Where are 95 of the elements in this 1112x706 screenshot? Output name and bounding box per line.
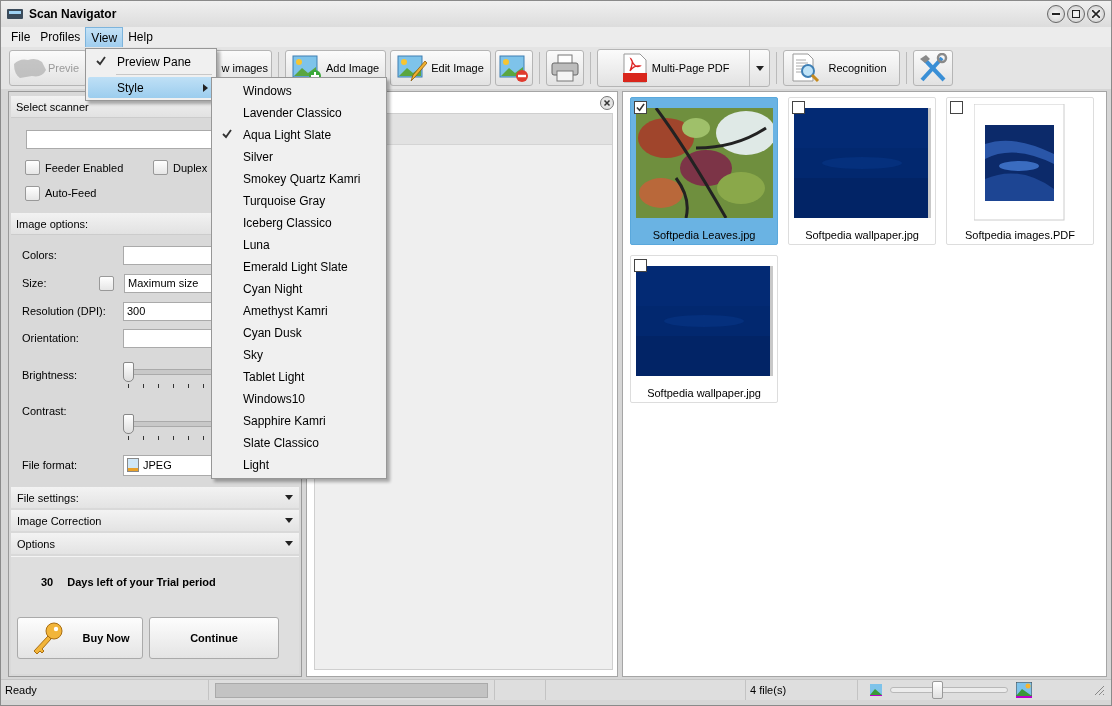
maximize-icon [1072, 10, 1080, 18]
thumbnail-card[interactable]: Softpedia images.PDF [946, 97, 1094, 245]
checkbox[interactable] [634, 259, 647, 272]
caret-down-icon [285, 495, 293, 500]
small-image-icon [870, 684, 882, 696]
continue-button[interactable]: Continue [149, 617, 279, 659]
menu-item[interactable]: Windows10 [214, 388, 384, 410]
close-icon [1092, 10, 1100, 18]
checkbox[interactable] [99, 275, 114, 291]
field-label: Orientation: [22, 332, 80, 344]
edit-image-button[interactable]: Edit Image [390, 50, 491, 86]
remove-image-button[interactable] [494, 50, 533, 86]
field-label: Colors: [22, 249, 58, 261]
menu-item[interactable]: Lavender Classico [214, 102, 384, 124]
menu-item[interactable]: Profiles [35, 27, 86, 47]
checkbox[interactable] [25, 185, 40, 201]
close-icon[interactable] [600, 95, 614, 110]
menu-item[interactable]: Style [88, 77, 214, 98]
menu-item[interactable]: Sky [214, 344, 384, 366]
menu-item[interactable]: Aqua Light Slate [214, 124, 384, 146]
large-image-icon [1016, 682, 1032, 698]
slider-thumb[interactable] [123, 361, 134, 382]
checkbox[interactable] [792, 101, 805, 114]
thumbnail-card[interactable]: Softpedia wallpaper.jpg [630, 255, 778, 403]
remove-image-icon [498, 53, 529, 83]
menu-item[interactable]: Cyan Dusk [214, 322, 384, 344]
printer-icon [549, 54, 580, 82]
check-icon [96, 55, 108, 68]
field-label: Size: [22, 277, 48, 289]
file-count: 4 file(s) [750, 684, 787, 696]
caret-down-icon [755, 65, 764, 71]
status-text: Ready [5, 684, 37, 696]
settings-button[interactable] [912, 50, 953, 86]
checkbox-label: Feeder Enabled [45, 161, 124, 174]
slider-thumb[interactable] [123, 414, 134, 434]
buy-now-button[interactable]: Buy Now [17, 617, 143, 659]
menu-item[interactable]: Slate Classico [214, 432, 384, 454]
window-title: Scan Navigator [29, 7, 118, 21]
section-header[interactable]: Image Correction [11, 510, 299, 531]
caret-down-icon [285, 541, 293, 546]
menu-item[interactable]: Preview Pane [88, 51, 214, 72]
field-label: File format: [22, 459, 78, 471]
app-icon [7, 7, 23, 21]
file-name: Softpedia wallpaper.jpg [647, 387, 761, 399]
section-header[interactable]: Options [11, 533, 299, 554]
document-magnifier-icon [790, 53, 821, 83]
checkbox-label: Auto-Feed [45, 187, 97, 199]
menu-item[interactable]: Silver [214, 146, 384, 168]
field-label: Contrast: [22, 405, 68, 417]
menu-item[interactable]: Iceberg Classico [214, 212, 384, 234]
file-name: Softpedia images.PDF [964, 229, 1076, 241]
field-value: JPEG [143, 459, 172, 471]
minimize-icon [1052, 13, 1060, 15]
panel-title: Select scanner [16, 100, 89, 113]
menu-item[interactable]: Sapphire Kamri [214, 410, 384, 432]
menu-item[interactable]: File [6, 27, 36, 47]
menu-item[interactable]: Luna [214, 234, 384, 256]
menu-item[interactable]: Turquoise Gray [214, 190, 384, 212]
thumbnail-card[interactable]: Softpedia wallpaper.jpg [788, 97, 936, 245]
field-label: Brightness: [22, 369, 79, 381]
section-header[interactable]: File settings: [11, 487, 299, 508]
checkbox[interactable] [634, 101, 647, 114]
field-label: Resolution (DPI): [22, 305, 107, 317]
menu-item[interactable]: View [85, 27, 124, 47]
checkbox[interactable] [153, 160, 168, 175]
checkbox[interactable] [950, 101, 963, 114]
maximize-button[interactable] [1067, 5, 1085, 23]
print-button[interactable] [545, 50, 584, 86]
menu-item[interactable]: Tablet Light [214, 366, 384, 388]
image-file-icon [127, 458, 139, 472]
days-count: 30 [41, 576, 54, 590]
scanner-icon [12, 56, 48, 80]
edit-image-icon [397, 53, 428, 83]
multi-page-pdf-button[interactable]: Multi-Page PDF [597, 50, 750, 86]
submenu-arrow-icon [203, 83, 208, 92]
check-icon [222, 129, 234, 141]
pdf-split-button[interactable]: Multi-Page PDF [596, 49, 771, 87]
field-value: 300 [127, 305, 146, 317]
file-name: Softpedia wallpaper.jpg [805, 229, 919, 241]
minimize-button[interactable] [1047, 5, 1065, 23]
checkbox[interactable] [25, 160, 40, 175]
pdf-file-icon [621, 53, 648, 83]
file-name: Softpedia Leaves.jpg [652, 229, 756, 241]
panel-title: Image options: [16, 217, 89, 230]
zoom-thumb[interactable] [931, 681, 943, 699]
caret-down-icon [285, 518, 293, 523]
close-button[interactable] [1087, 5, 1105, 23]
thumbnail-card[interactable]: Softpedia Leaves.jpg [630, 97, 778, 245]
checkbox-label: Duplex [173, 161, 208, 174]
field-value: Maximum size [128, 277, 199, 289]
resize-grip-icon [1093, 684, 1105, 696]
menu-item[interactable]: Smokey Quartz Kamri [214, 168, 384, 190]
recognition-button[interactable]: Recognition [783, 50, 900, 86]
menu-item[interactable]: Help [123, 27, 158, 47]
trial-message: Days left of your Trial period [67, 576, 216, 590]
